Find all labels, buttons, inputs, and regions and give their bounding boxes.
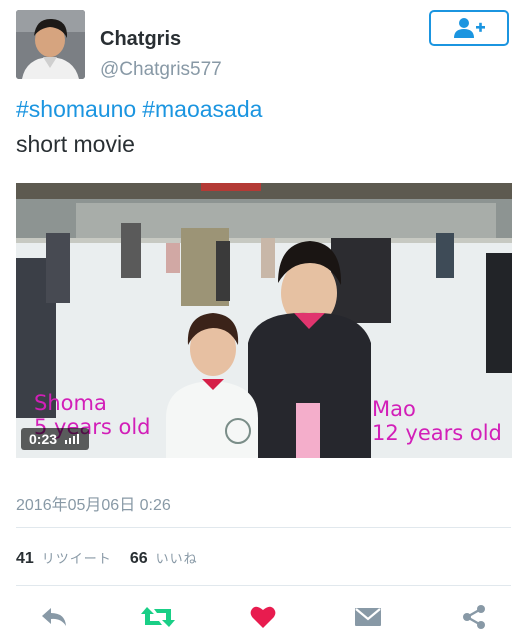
tweet-header: Chatgris @Chatgris577	[16, 10, 511, 80]
user-handle[interactable]: @Chatgris577	[100, 59, 222, 81]
video-caption-right: Mao 12 years old	[372, 397, 502, 445]
divider	[16, 585, 511, 586]
caption-name-mao: Mao	[372, 397, 416, 421]
tweet-stats: 41 リツイート 66 いいね	[16, 548, 198, 568]
reply-icon	[42, 608, 66, 626]
hashtag-link[interactable]: #shomauno	[16, 96, 136, 122]
retweet-icon	[141, 607, 175, 627]
hashtag-link[interactable]: #maoasada	[142, 96, 262, 122]
divider	[16, 527, 511, 528]
video-duration: 0:23	[29, 431, 58, 447]
like-label[interactable]: いいね	[156, 548, 198, 567]
hashtag-line: #shomauno #maoasada	[16, 96, 268, 123]
user-name[interactable]: Chatgris	[100, 28, 181, 51]
avatar[interactable]	[16, 10, 85, 79]
like-button[interactable]	[243, 600, 283, 634]
video-duration-badge: 0:23	[21, 428, 90, 450]
reply-button[interactable]	[34, 600, 74, 634]
add-user-icon	[454, 18, 485, 38]
envelope-icon	[355, 608, 381, 626]
retweet-label[interactable]: リツイート	[42, 548, 112, 567]
message-button[interactable]	[348, 600, 388, 634]
video-player[interactable]: Shoma 5 years old Mao 12 years old 0:23	[16, 183, 512, 458]
audio-bars-icon	[65, 434, 81, 444]
share-icon	[463, 605, 485, 629]
share-button[interactable]	[454, 600, 494, 634]
action-bar	[0, 600, 527, 634]
tweet-text: short movie	[16, 131, 135, 157]
caption-name-shoma: Shoma	[34, 391, 107, 415]
follow-button[interactable]	[429, 10, 509, 46]
like-count[interactable]: 66	[130, 550, 148, 568]
heart-icon	[250, 606, 276, 628]
caption-age-mao: 12 years old	[372, 421, 502, 445]
retweet-count[interactable]: 41	[16, 550, 34, 568]
retweet-button[interactable]	[138, 600, 178, 634]
tweet-timestamp: 2016年05月06日 0:26	[16, 497, 171, 514]
